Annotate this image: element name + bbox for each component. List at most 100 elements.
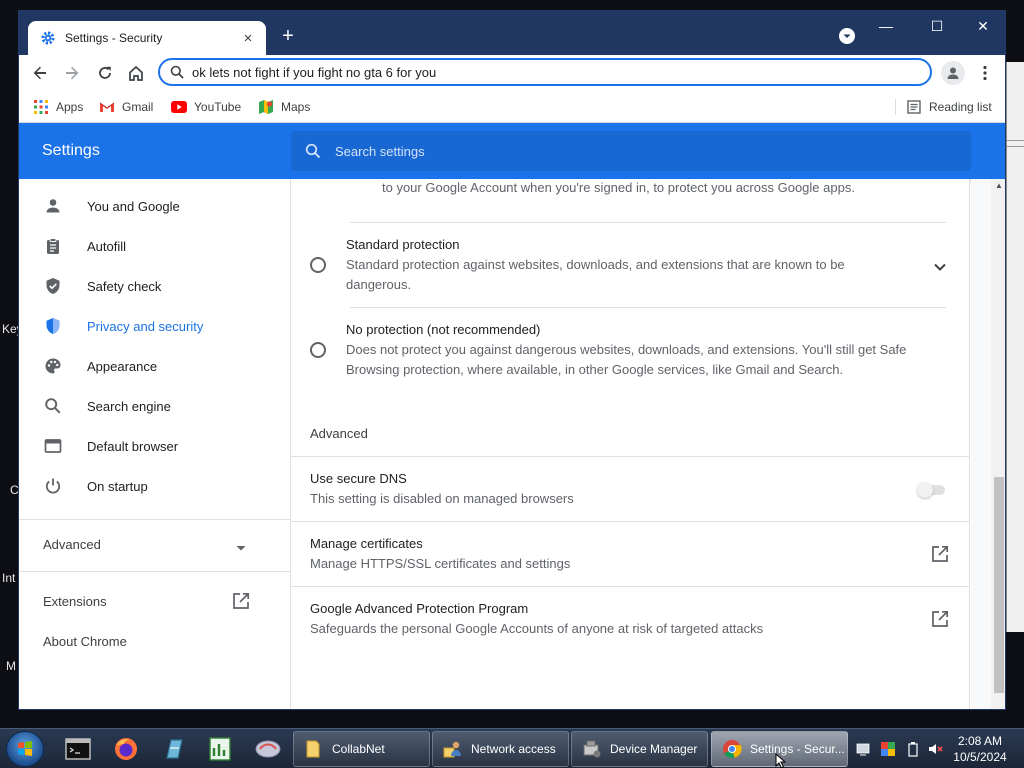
forward-icon[interactable] xyxy=(59,60,85,86)
open-in-new-icon[interactable] xyxy=(930,544,950,564)
address-bar[interactable] xyxy=(158,58,932,86)
network-users-icon xyxy=(443,739,463,759)
sidebar-item-on-startup[interactable]: On startup xyxy=(19,466,290,506)
chrome-icon xyxy=(722,739,742,759)
display-color-icon[interactable] xyxy=(880,741,896,757)
reload-icon[interactable] xyxy=(92,60,118,86)
sidebar-item-you-and-google[interactable]: You and Google xyxy=(19,186,290,226)
pinned-app[interactable] xyxy=(200,733,240,765)
minimize-button[interactable]: — xyxy=(871,15,901,37)
sidebar-item-label: On startup xyxy=(87,478,148,494)
person-icon xyxy=(43,196,63,216)
youtube-icon xyxy=(171,99,187,115)
desktop-icon-label-fragment[interactable]: Int xyxy=(2,571,15,585)
sidebar-item-label: You and Google xyxy=(87,198,180,214)
manage-certificates-description: Manage HTTPS/SSL certificates and settin… xyxy=(310,556,571,571)
taskbar-item-collabnet[interactable]: CollabNet xyxy=(293,731,430,767)
close-tab-icon[interactable]: × xyxy=(238,28,258,48)
advanced-protection-title: Google Advanced Protection Program xyxy=(310,601,529,616)
taskbar-item-label: Device Manager xyxy=(610,742,698,756)
scroll-up-icon[interactable]: ▲ xyxy=(994,181,1004,191)
clock-date: 10/5/2024 xyxy=(953,750,1007,764)
bookmark-maps[interactable]: Maps xyxy=(258,97,310,117)
start-button[interactable] xyxy=(6,731,44,767)
bookmark-youtube[interactable]: YouTube xyxy=(171,97,241,117)
reading-list-icon xyxy=(906,99,922,115)
battery-icon[interactable] xyxy=(905,741,921,757)
sidebar-advanced-toggle[interactable]: Advanced xyxy=(43,537,101,552)
pinned-app[interactable] xyxy=(154,733,194,765)
advanced-protection-description: Safeguards the personal Google Accounts … xyxy=(310,621,764,636)
sidebar-item-about-chrome[interactable]: About Chrome xyxy=(43,634,127,649)
secure-dns-description: This setting is disabled on managed brow… xyxy=(310,491,574,506)
background-window-edge[interactable] xyxy=(1006,62,1024,632)
row-divider xyxy=(350,307,946,308)
sidebar-item-extensions[interactable]: Extensions xyxy=(43,594,107,609)
open-in-new-icon[interactable] xyxy=(232,592,250,613)
bookmark-label: Apps xyxy=(56,100,84,114)
pinned-app[interactable] xyxy=(248,733,288,765)
sidebar-item-safety-check[interactable]: Safety check xyxy=(19,266,290,306)
standard-protection-radio[interactable] xyxy=(310,257,326,273)
open-in-new-icon[interactable] xyxy=(930,609,950,629)
sidebar-item-label: Autofill xyxy=(87,238,127,254)
scrollbar-thumb[interactable] xyxy=(994,477,1004,693)
taskbar-item-label: Settings - Secur... xyxy=(750,742,845,756)
close-window-button[interactable]: ✕ xyxy=(968,15,998,37)
back-icon[interactable] xyxy=(27,60,53,86)
row-divider xyxy=(291,521,970,522)
shield-icon xyxy=(43,316,63,336)
tab-settings-security[interactable]: Settings - Security × xyxy=(28,21,266,55)
standard-protection-description: Standard protection against websites, do… xyxy=(346,257,845,272)
sidebar-item-search-engine[interactable]: Search engine xyxy=(19,386,290,426)
bookmark-separator xyxy=(895,99,896,115)
maximize-button[interactable]: ☐ xyxy=(922,15,952,37)
address-input[interactable] xyxy=(192,64,892,80)
sidebar-item-privacy-and-security[interactable]: Privacy and security xyxy=(19,306,290,346)
settings-search-input[interactable] xyxy=(335,143,935,159)
terminal-icon xyxy=(65,738,91,760)
chevron-down-icon[interactable] xyxy=(933,260,947,275)
firefox-icon xyxy=(115,738,137,760)
sidebar-item-default-browser[interactable]: Default browser xyxy=(19,426,290,466)
apps-grid-icon xyxy=(33,99,49,115)
browser-toolbar xyxy=(19,55,1005,91)
profile-avatar-icon[interactable] xyxy=(941,61,965,85)
settings-search-box[interactable] xyxy=(291,131,971,171)
gear-icon xyxy=(40,30,56,46)
title-bar[interactable]: Settings - Security × + — ☐ ✕ xyxy=(19,11,1005,55)
taskbar-item-device-manager[interactable]: Device Manager xyxy=(571,731,708,767)
no-protection-radio[interactable] xyxy=(310,342,326,358)
bookmark-gmail[interactable]: Gmail xyxy=(99,97,153,117)
action-center-icon[interactable] xyxy=(856,741,872,757)
new-tab-button[interactable]: + xyxy=(277,26,299,48)
sidebar-item-appearance[interactable]: Appearance xyxy=(19,346,290,386)
bookmark-apps[interactable]: Apps xyxy=(33,97,83,117)
row-divider xyxy=(350,222,946,223)
page-scrollbar[interactable]: ▲ xyxy=(991,179,1005,709)
more-menu-icon[interactable] xyxy=(975,61,995,85)
tab-search-icon[interactable] xyxy=(839,28,855,44)
system-clock[interactable]: 2:08 AM 10/5/2024 xyxy=(952,733,1008,765)
command-prompt-pinned[interactable] xyxy=(58,733,98,765)
search-icon xyxy=(170,65,184,79)
sidebar-item-label: Safety check xyxy=(87,278,162,294)
volume-muted-icon[interactable] xyxy=(928,741,944,757)
standard-protection-description-line2: dangerous. xyxy=(346,277,412,292)
device-manager-icon xyxy=(582,739,602,759)
firefox-pinned[interactable] xyxy=(106,733,146,765)
bookmark-label: Maps xyxy=(281,100,311,114)
reading-list-button[interactable]: Reading list xyxy=(906,97,992,117)
chevron-down-icon[interactable] xyxy=(235,540,247,555)
bookmark-label: Gmail xyxy=(122,100,154,114)
home-icon[interactable] xyxy=(123,60,149,86)
taskbar-item-network-access[interactable]: Network access xyxy=(432,731,569,767)
shield-check-icon xyxy=(43,276,63,296)
desktop-icon-label-fragment[interactable]: M xyxy=(6,659,16,673)
reading-list-label: Reading list xyxy=(929,100,992,114)
windows-logo-icon xyxy=(18,741,32,756)
maps-icon xyxy=(258,99,274,115)
sidebar-item-autofill[interactable]: Autofill xyxy=(19,226,290,266)
page-title: Settings xyxy=(42,142,100,159)
secure-dns-toggle[interactable] xyxy=(917,482,947,498)
